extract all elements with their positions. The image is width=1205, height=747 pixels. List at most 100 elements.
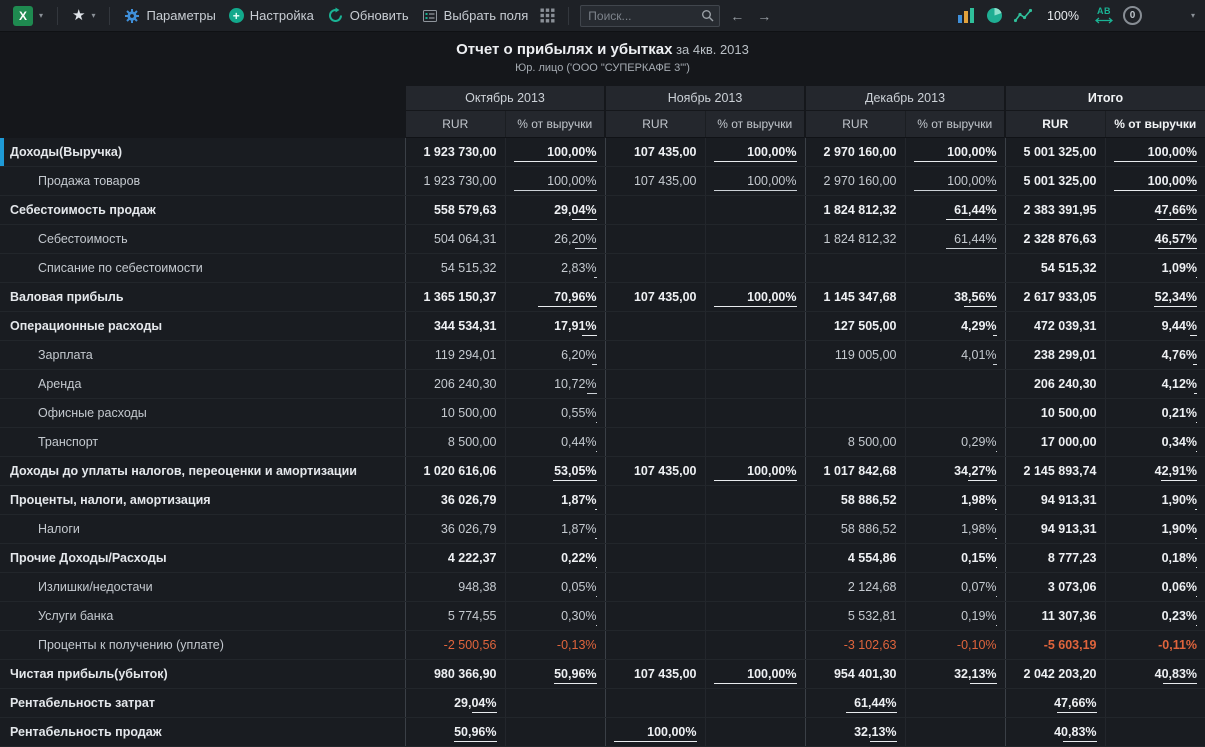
value-cell[interactable]: 10,72% [505,370,605,399]
value-cell[interactable]: 2 042 203,20 [1005,660,1105,689]
value-cell[interactable] [705,689,805,718]
value-cell[interactable]: 2 145 893,74 [1005,457,1105,486]
value-cell[interactable]: 40,83% [1105,660,1205,689]
value-cell[interactable]: 954 401,30 [805,660,905,689]
subheader-pct[interactable]: % от выручки [505,111,605,138]
value-cell[interactable]: 1,09% [1105,254,1205,283]
value-cell[interactable] [705,225,805,254]
search-box[interactable] [580,5,720,27]
row-label[interactable]: Офисные расходы [0,399,405,428]
value-cell[interactable] [605,515,705,544]
value-cell[interactable]: 1 824 812,32 [805,196,905,225]
value-cell[interactable]: 4,76% [1105,341,1205,370]
value-cell[interactable]: 100,00% [705,283,805,312]
value-cell[interactable] [705,341,805,370]
value-cell[interactable]: 100,00% [705,457,805,486]
value-cell[interactable]: 107 435,00 [605,660,705,689]
row-label[interactable]: Услуги банка [0,602,405,631]
value-cell[interactable]: 1 824 812,32 [805,225,905,254]
search-next-button[interactable]: → [754,8,774,24]
value-cell[interactable]: 206 240,30 [1005,370,1105,399]
value-cell[interactable]: 32,13% [805,718,905,747]
value-cell[interactable]: 10 500,00 [405,399,505,428]
value-cell[interactable]: 52,34% [1105,283,1205,312]
value-cell[interactable] [605,196,705,225]
search-input[interactable] [586,8,697,24]
row-label[interactable]: Себестоимость продаж [0,196,405,225]
value-cell[interactable]: 0,21% [1105,399,1205,428]
value-cell[interactable] [805,370,905,399]
value-cell[interactable] [905,254,1005,283]
value-cell[interactable]: 2 124,68 [805,573,905,602]
value-cell[interactable]: 11 307,36 [1005,602,1105,631]
value-cell[interactable]: 127 505,00 [805,312,905,341]
value-cell[interactable] [605,254,705,283]
row-label[interactable]: Рентабельность продаж [0,718,405,747]
row-label[interactable]: Аренда [0,370,405,399]
column-group-october[interactable]: Октябрь 2013 [405,86,605,111]
fit-width-button[interactable]: AB [1092,5,1116,26]
value-cell[interactable]: 0,06% [1105,573,1205,602]
value-cell[interactable]: -3 102,63 [805,631,905,660]
value-cell[interactable] [605,399,705,428]
value-cell[interactable] [605,312,705,341]
value-cell[interactable]: 472 039,31 [1005,312,1105,341]
column-group-total[interactable]: Итого [1005,86,1205,111]
value-cell[interactable] [705,370,805,399]
value-cell[interactable]: 0,55% [505,399,605,428]
value-cell[interactable]: 1 020 616,06 [405,457,505,486]
value-cell[interactable]: 46,57% [1105,225,1205,254]
value-cell[interactable]: 980 366,90 [405,660,505,689]
value-cell[interactable]: 1,98% [905,515,1005,544]
value-cell[interactable]: 50,96% [405,718,505,747]
value-cell[interactable]: 38,56% [905,283,1005,312]
value-cell[interactable]: 100,00% [705,660,805,689]
value-cell[interactable] [1105,718,1205,747]
row-label[interactable]: Прочие Доходы/Расходы [0,544,405,573]
value-cell[interactable]: 238 299,01 [1005,341,1105,370]
value-cell[interactable] [905,689,1005,718]
value-cell[interactable]: 8 777,23 [1005,544,1105,573]
value-cell[interactable]: 5 001 325,00 [1005,167,1105,196]
value-cell[interactable] [505,689,605,718]
value-cell[interactable]: 2 970 160,00 [805,138,905,167]
row-label[interactable]: Чистая прибыль(убыток) [0,660,405,689]
zoom-level[interactable]: 100% [1047,9,1079,23]
value-cell[interactable] [605,689,705,718]
value-cell[interactable]: 94 913,31 [1005,515,1105,544]
value-cell[interactable] [905,718,1005,747]
row-label[interactable]: Транспорт [0,428,405,457]
row-label[interactable]: Излишки/недостачи [0,573,405,602]
subheader-rur[interactable]: RUR [805,111,905,138]
column-group-december[interactable]: Декабрь 2013 [805,86,1005,111]
value-cell[interactable] [805,254,905,283]
value-cell[interactable]: 3 073,06 [1005,573,1105,602]
value-cell[interactable] [705,312,805,341]
value-cell[interactable]: 100,00% [705,138,805,167]
value-cell[interactable]: 4 554,86 [805,544,905,573]
value-cell[interactable]: 107 435,00 [605,167,705,196]
row-label[interactable]: Рентабельность затрат [0,689,405,718]
value-cell[interactable] [605,602,705,631]
value-cell[interactable]: 5 774,55 [405,602,505,631]
value-cell[interactable]: 2 328 876,63 [1005,225,1105,254]
value-cell[interactable]: 1 145 347,68 [805,283,905,312]
value-cell[interactable]: 94 913,31 [1005,486,1105,515]
value-cell[interactable]: 2 383 391,95 [1005,196,1105,225]
value-cell[interactable]: 1,90% [1105,515,1205,544]
select-fields-button[interactable]: Выбрать поля [419,6,532,26]
value-cell[interactable]: 54 515,32 [1005,254,1105,283]
value-cell[interactable]: 9,44% [1105,312,1205,341]
value-cell[interactable] [605,428,705,457]
value-cell[interactable]: 8 500,00 [805,428,905,457]
value-cell[interactable] [905,399,1005,428]
value-cell[interactable]: 36 026,79 [405,515,505,544]
value-cell[interactable]: 1,98% [905,486,1005,515]
subheader-pct[interactable]: % от выручки [705,111,805,138]
value-cell[interactable] [705,254,805,283]
bar-chart-button[interactable] [955,5,977,26]
value-cell[interactable] [705,196,805,225]
value-cell[interactable] [705,399,805,428]
value-cell[interactable]: 0,15% [905,544,1005,573]
subheader-rur[interactable]: RUR [405,111,505,138]
